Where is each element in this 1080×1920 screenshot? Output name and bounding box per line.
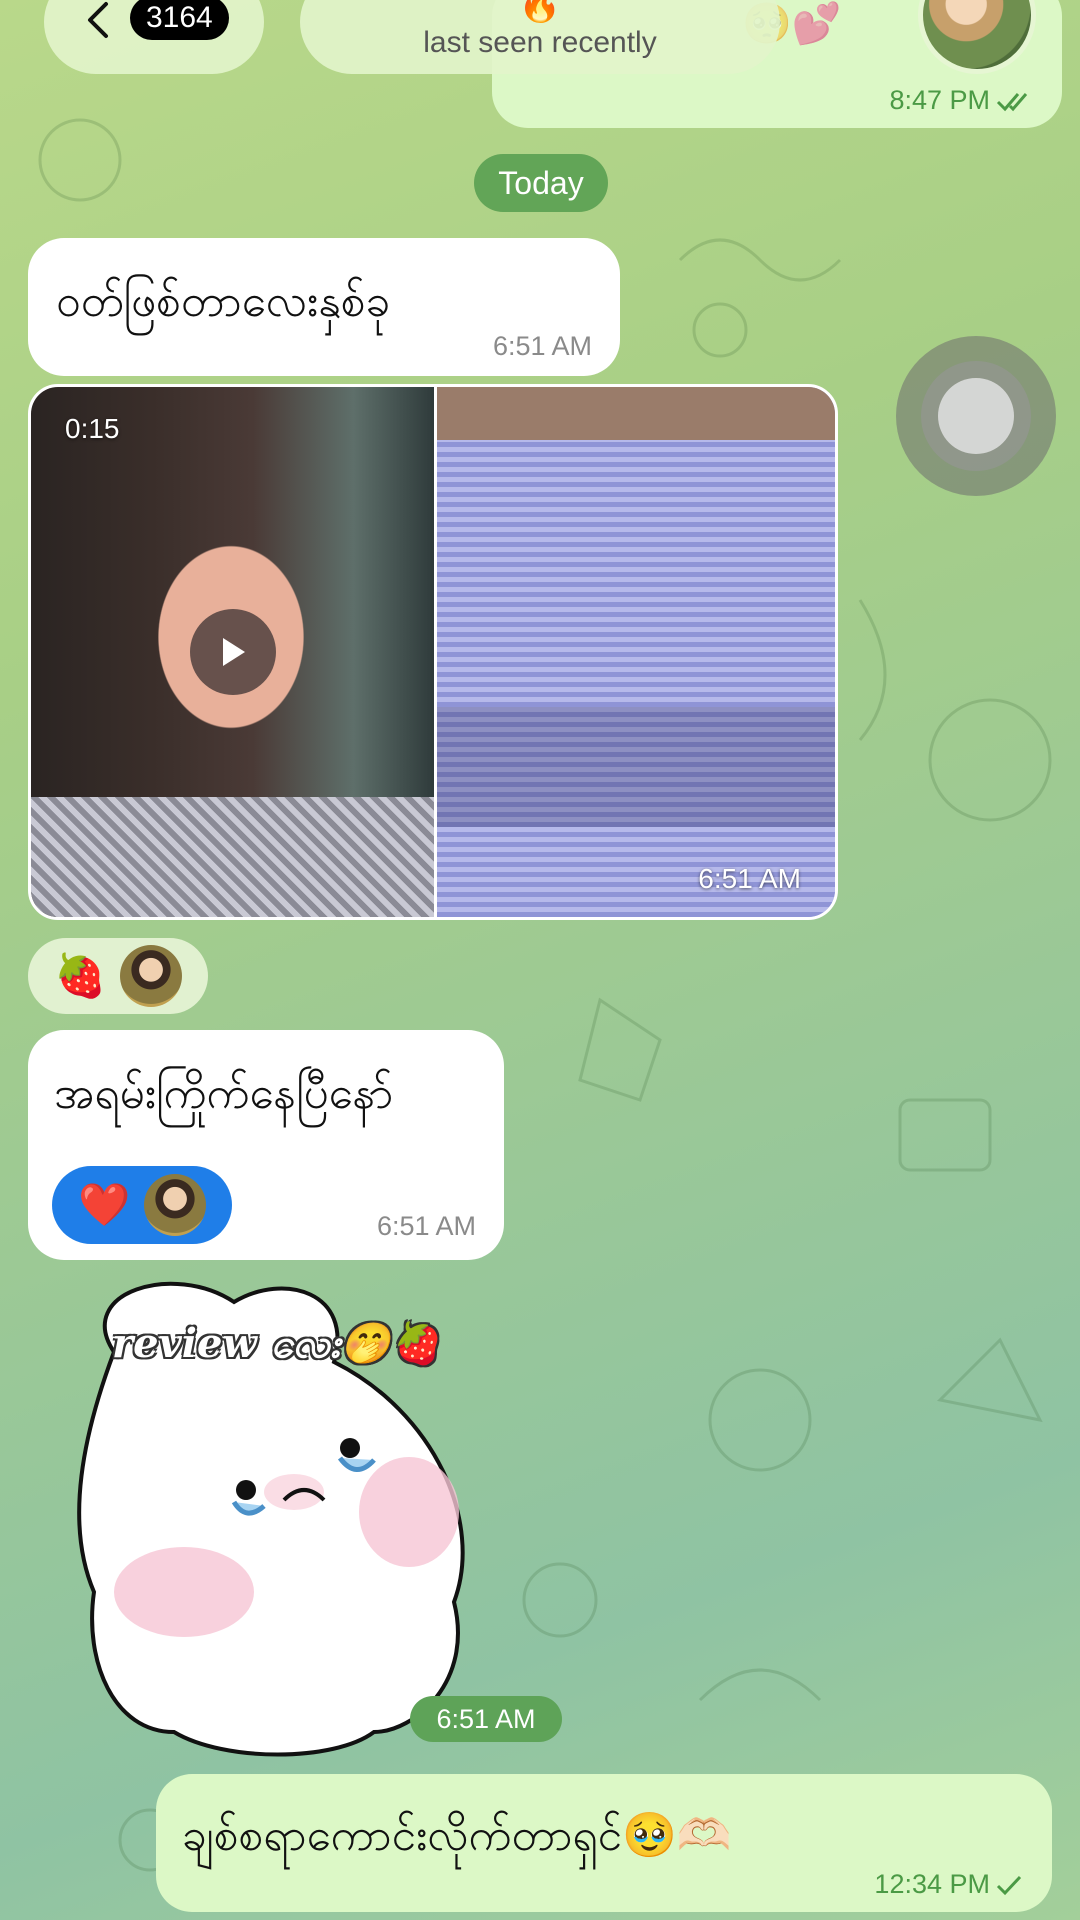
message-text: ဝတ်ဖြစ်တာလေးနှစ်ခု (56, 276, 391, 327)
chat-title[interactable]: 🔥 last seen recently (300, 0, 780, 74)
outgoing-message-bubble[interactable]: ချစ်စရာကောင်းလိုက်တာရှင်🥹🫶🏻 12:34 PM (156, 1774, 1052, 1912)
last-seen-status: last seen recently (423, 26, 657, 59)
scroll-button-icon (938, 378, 1014, 454)
message-time: 6:51 AM (376, 1211, 476, 1241)
sticker-caption: review လေး🤭🍓 (112, 1320, 440, 1367)
reaction-strawberry[interactable]: 🍓 (28, 938, 208, 1014)
reactor-avatar (120, 945, 183, 1007)
photo-thumbnail[interactable]: 6:51 AM (437, 387, 835, 917)
play-icon (223, 638, 245, 666)
incoming-message-bubble[interactable]: ဝတ်ဖြစ်တာလေးနှစ်ခု 6:51 AM (28, 238, 620, 376)
message-text: ချစ်စရာကောင်းလိုက်တာရှင်🥹🫶🏻 (182, 1810, 732, 1861)
media-album[interactable]: 0:15 6:51 AM (28, 384, 838, 920)
fire-icon: 🔥 (518, 0, 562, 25)
heart-icon: ❤️ (78, 1180, 131, 1229)
video-thumbnail[interactable]: 0:15 (31, 387, 434, 917)
back-button[interactable]: 3164 (44, 0, 264, 74)
reactor-avatar (144, 1174, 207, 1236)
video-duration: 0:15 (65, 413, 120, 444)
media-time: 6:51 AM (698, 863, 801, 894)
message-time: 12:34 PM (874, 1869, 990, 1899)
strawberry-icon: 🍓 (54, 951, 107, 1000)
message-text: အရမ်းကြိုက်နေပြီနော် (54, 1068, 394, 1119)
single-check-icon (996, 1875, 1022, 1895)
message-time: 8:47 PM (889, 85, 990, 115)
reaction-heart[interactable]: ❤️ (52, 1166, 232, 1244)
unread-count-badge: 3164 (130, 0, 229, 40)
sticker-time: 6:51 AM (410, 1696, 562, 1742)
scroll-to-bottom-button[interactable] (896, 336, 1056, 496)
photo-shadow (437, 707, 835, 827)
chevron-left-icon (88, 2, 108, 38)
message-time: 6:51 AM (492, 331, 592, 361)
shirt-collar (31, 797, 434, 917)
play-button[interactable] (190, 609, 276, 695)
date-separator: Today (474, 154, 608, 212)
scroll-button-ring (921, 361, 1031, 471)
double-check-icon (996, 92, 1028, 111)
